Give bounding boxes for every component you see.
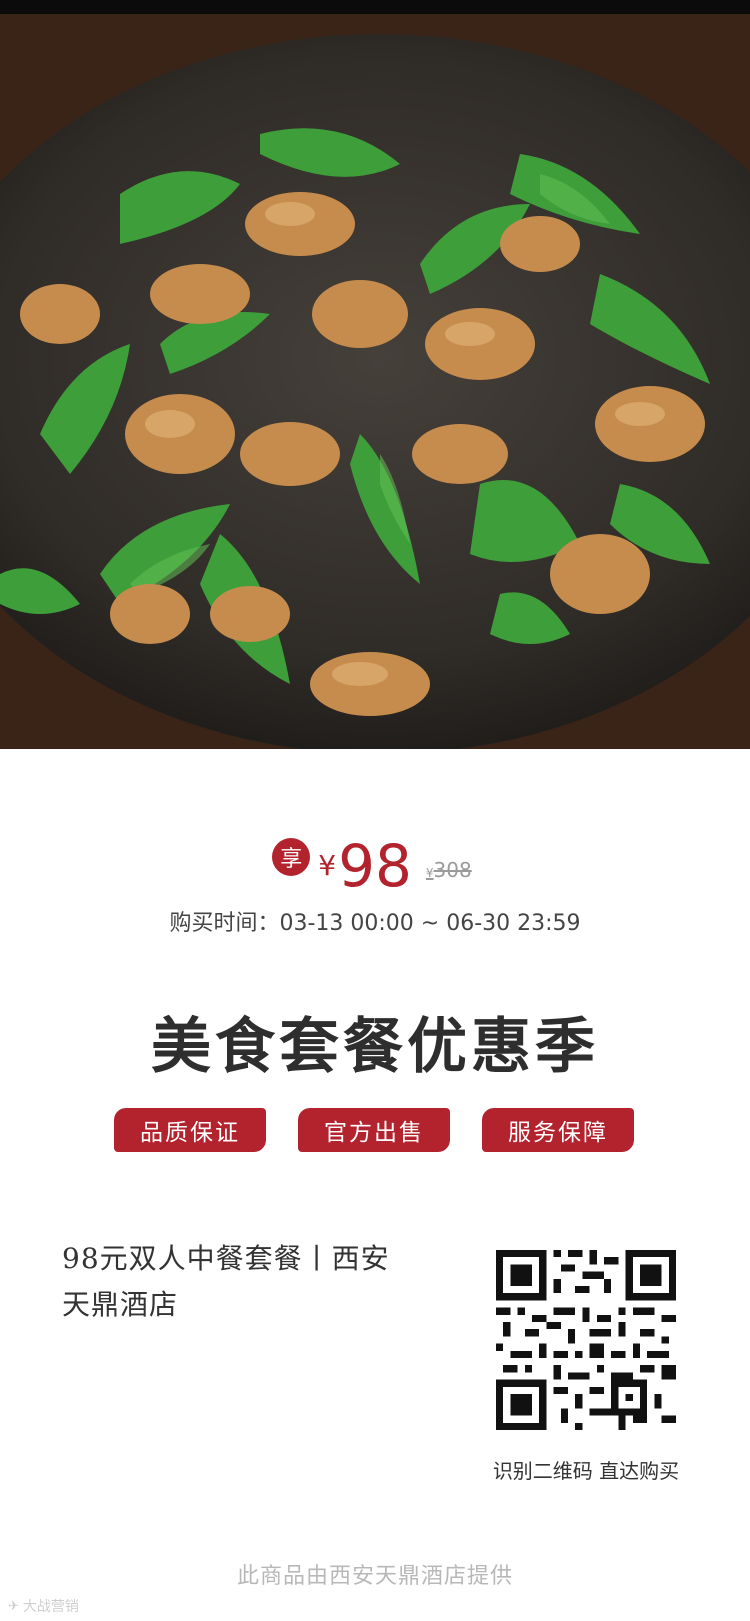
price-row: 享 ¥ 98 ¥308 (0, 826, 750, 896)
poster-page: 享 ¥ 98 ¥308 购买时间：03-13 00:00 ~ 06-30 23:… (0, 0, 750, 1621)
page-title: 美食套餐优惠季 (151, 1012, 599, 1082)
watermark: ✈ 大战营销 (8, 1596, 79, 1616)
watermark-text: 大战营销 (22, 1599, 79, 1615)
current-price: 98 (338, 832, 412, 900)
original-currency-symbol: ¥ (425, 866, 434, 880)
tag-quality: 品质保证 (114, 1108, 266, 1152)
original-price: ¥308 (426, 858, 478, 882)
tag-service: 服务保障 (482, 1108, 634, 1152)
purchase-time: 购买时间：03-13 00:00 ~ 06-30 23:59 (169, 911, 581, 936)
enjoy-badge: 享 (272, 838, 311, 876)
status-bar (0, 0, 750, 14)
provider-footer: 此商品由西安天鼎酒店提供 (236, 1564, 513, 1589)
tag-official: 官方出售 (298, 1108, 450, 1152)
guarantee-tags: 品质保证 官方出售 服务保障 (114, 1108, 634, 1154)
qr-caption: 识别二维码 直达购买 (492, 1459, 680, 1483)
product-name: 98元双人中餐套餐丨西安天鼎酒店 (62, 1242, 390, 1321)
original-price-value: 308 (433, 858, 472, 882)
watermark-icon: ✈ (8, 1598, 19, 1614)
qr-code-icon[interactable] (496, 1250, 676, 1430)
dish-photo (0, 14, 750, 749)
dish-photo-icon (0, 14, 750, 749)
currency-symbol: ¥ (318, 849, 337, 882)
